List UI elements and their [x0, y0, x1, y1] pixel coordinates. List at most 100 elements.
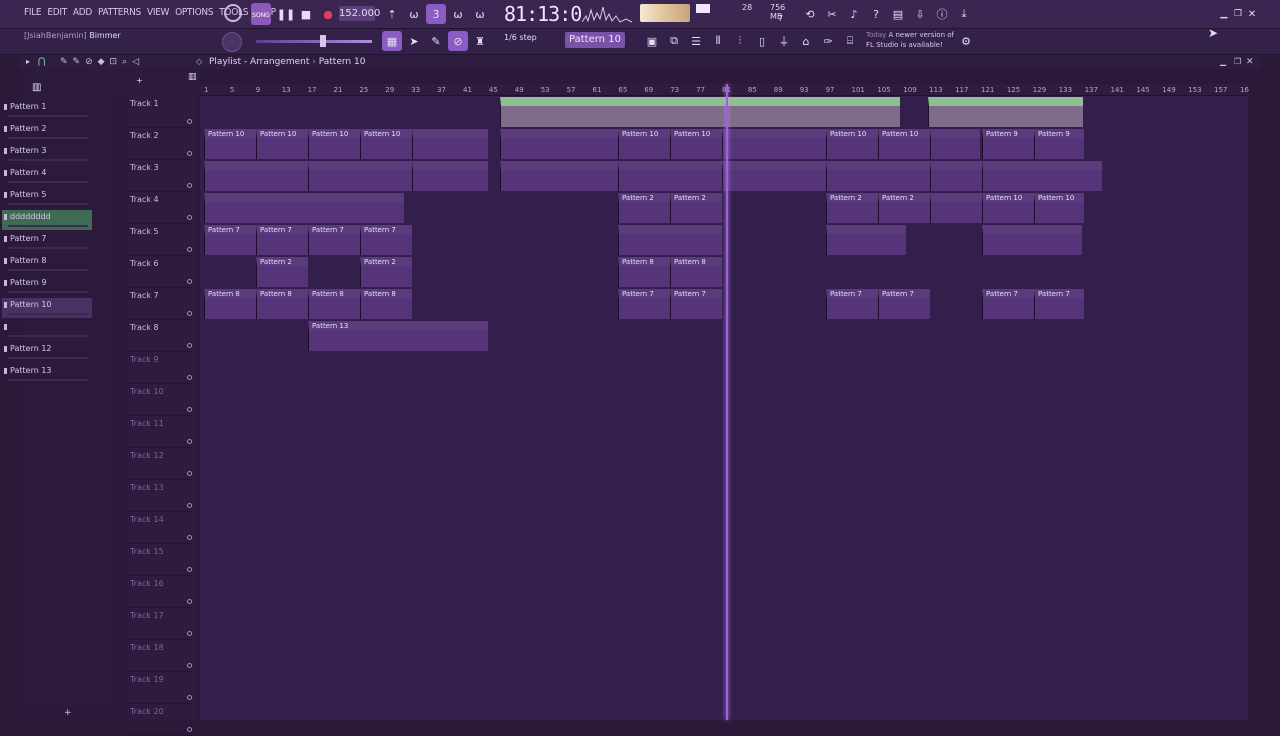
track-mute-icon[interactable]	[187, 567, 192, 572]
stamp-icon[interactable]: ♜	[470, 31, 490, 51]
piano-roll-icon[interactable]: ☰	[686, 31, 706, 51]
store-icon[interactable]: ⌸	[840, 31, 860, 51]
record-audio-icon[interactable]: ♪	[844, 4, 864, 24]
playlist-menu-icon[interactable]: ▸	[26, 57, 30, 66]
pattern-item[interactable]: Pattern 2	[2, 122, 92, 142]
pattern-clip[interactable]	[982, 161, 1102, 191]
menu-patterns[interactable]: PATTERNS	[98, 7, 141, 18]
pattern-clip[interactable]	[826, 225, 906, 255]
track-mute-icon[interactable]	[187, 631, 192, 636]
pattern-item[interactable]: dddddddd	[2, 210, 92, 230]
track-header[interactable]: Track 7	[128, 288, 196, 320]
browser-icon[interactable]: ⫶	[730, 31, 750, 51]
export-icon[interactable]: ⇩	[910, 4, 930, 24]
track-header[interactable]: Track 10	[128, 384, 196, 416]
brush-icon[interactable]: ✑	[818, 31, 838, 51]
track-mute-icon[interactable]	[187, 183, 192, 188]
pattern-clip[interactable]	[618, 225, 722, 255]
pattern-clip[interactable]	[412, 129, 488, 159]
track-header[interactable]: Track 4	[128, 192, 196, 224]
download-icon[interactable]: ⤓	[954, 4, 974, 24]
pattern-clip[interactable]	[722, 129, 826, 159]
track-header[interactable]: Track 14	[128, 512, 196, 544]
pencil-icon[interactable]: ✎	[426, 31, 446, 51]
menu-view[interactable]: VIEW	[147, 7, 169, 18]
pattern-item[interactable]: Pattern 10	[2, 298, 92, 318]
playlist-tools-icon[interactable]: ✎✎⊘◆⊡⌕◁	[60, 57, 144, 67]
menu-options[interactable]: OPTIONS	[175, 7, 213, 18]
track-mute-icon[interactable]	[187, 247, 192, 252]
file-icon[interactable]: ▯	[752, 31, 772, 51]
countdown-icon[interactable]: 3	[426, 4, 446, 24]
pattern-item[interactable]	[2, 320, 92, 340]
menu-file[interactable]: FILE	[24, 7, 42, 18]
audio-clip[interactable]	[928, 97, 1083, 127]
track-header[interactable]: Track 18	[128, 640, 196, 672]
pattern-item[interactable]: Pattern 13	[2, 364, 92, 384]
track-header[interactable]: Track 20	[128, 704, 196, 736]
news-panel[interactable]: Today A newer version of FL Studio is av…	[866, 30, 954, 50]
stop-icon[interactable]: ■	[296, 4, 316, 24]
vertical-scrollbar[interactable]	[1250, 96, 1258, 720]
pattern-item[interactable]: Pattern 9	[2, 276, 92, 296]
track-header[interactable]: Track 16	[128, 576, 196, 608]
track-mute-icon[interactable]	[187, 439, 192, 444]
master-volume-knob[interactable]	[224, 4, 242, 22]
channel-rack-icon[interactable]: ▣	[642, 31, 662, 51]
settings-icon[interactable]: ⚙	[956, 31, 976, 51]
pattern-clip[interactable]	[930, 193, 982, 223]
pattern-clip[interactable]	[412, 161, 488, 191]
save-icon[interactable]: ▤	[888, 4, 908, 24]
track-header[interactable]: Track 11	[128, 416, 196, 448]
pattern-selector[interactable]: Pattern 10	[565, 32, 625, 48]
undo-icon[interactable]: ⟲	[800, 4, 820, 24]
track-header[interactable]: Track 1	[128, 96, 196, 128]
pattern-clip[interactable]	[204, 161, 308, 191]
pattern-clip[interactable]	[500, 161, 618, 191]
pattern-clip[interactable]	[204, 193, 404, 223]
touch-keyboard-icon[interactable]: ⌂	[796, 31, 816, 51]
track-mute-icon[interactable]	[187, 375, 192, 380]
magnet-icon[interactable]: ⋂	[38, 57, 45, 67]
song-mode-toggle[interactable]: SONG	[251, 3, 271, 25]
fader-icon[interactable]: ⫴	[708, 31, 728, 51]
track-mute-icon[interactable]	[187, 311, 192, 316]
track-mute-icon[interactable]	[187, 279, 192, 284]
track-mute-icon[interactable]	[187, 503, 192, 508]
pattern-clip[interactable]	[826, 161, 930, 191]
blend-notes-icon[interactable]: ω	[448, 4, 468, 24]
pattern-clip[interactable]	[500, 129, 618, 159]
track-mute-icon[interactable]	[187, 471, 192, 476]
track-mute-icon[interactable]	[187, 407, 192, 412]
pattern-item[interactable]: Pattern 5	[2, 188, 92, 208]
track-header[interactable]: Track 15	[128, 544, 196, 576]
playlist-restore-icon[interactable]: ❐	[1234, 57, 1241, 66]
tempo-display[interactable]: 152.000	[339, 6, 380, 21]
snap-selector[interactable]: 1/6 step	[504, 33, 537, 42]
track-mute-icon[interactable]	[187, 119, 192, 124]
mixer-icon[interactable]: ⧉	[664, 31, 684, 51]
close-icon[interactable]: ✕	[1242, 4, 1262, 24]
track-header[interactable]: Track 5	[128, 224, 196, 256]
playlist-close-icon[interactable]: ✕	[1246, 57, 1254, 67]
link-icon[interactable]: ⊘	[448, 31, 468, 51]
track-mute-icon[interactable]	[187, 695, 192, 700]
track-header[interactable]: Track 8	[128, 320, 196, 352]
pattern-item[interactable]: Pattern 3	[2, 144, 92, 164]
master-pitch-handle[interactable]	[320, 35, 326, 47]
playlist-minimize-icon[interactable]: ▁	[1220, 57, 1226, 66]
track-header[interactable]: Track 13	[128, 480, 196, 512]
plugin-icon[interactable]: ⏚	[774, 31, 794, 51]
pattern-item[interactable]: Pattern 8	[2, 254, 92, 274]
wait-for-input-icon[interactable]: ω	[404, 4, 424, 24]
loop-record-icon[interactable]: ω	[470, 4, 490, 24]
track-mute-icon[interactable]	[187, 727, 192, 732]
pattern-clip[interactable]	[722, 161, 826, 191]
play-pause-icon[interactable]: ❚❚	[276, 4, 296, 24]
master-pitch-slider[interactable]	[256, 40, 372, 43]
track-mute-icon[interactable]	[187, 535, 192, 540]
track-mute-icon[interactable]	[187, 343, 192, 348]
metronome-icon[interactable]: ⇡	[382, 4, 402, 24]
record-icon[interactable]: ●	[318, 4, 338, 24]
track-header[interactable]: Track 17	[128, 608, 196, 640]
